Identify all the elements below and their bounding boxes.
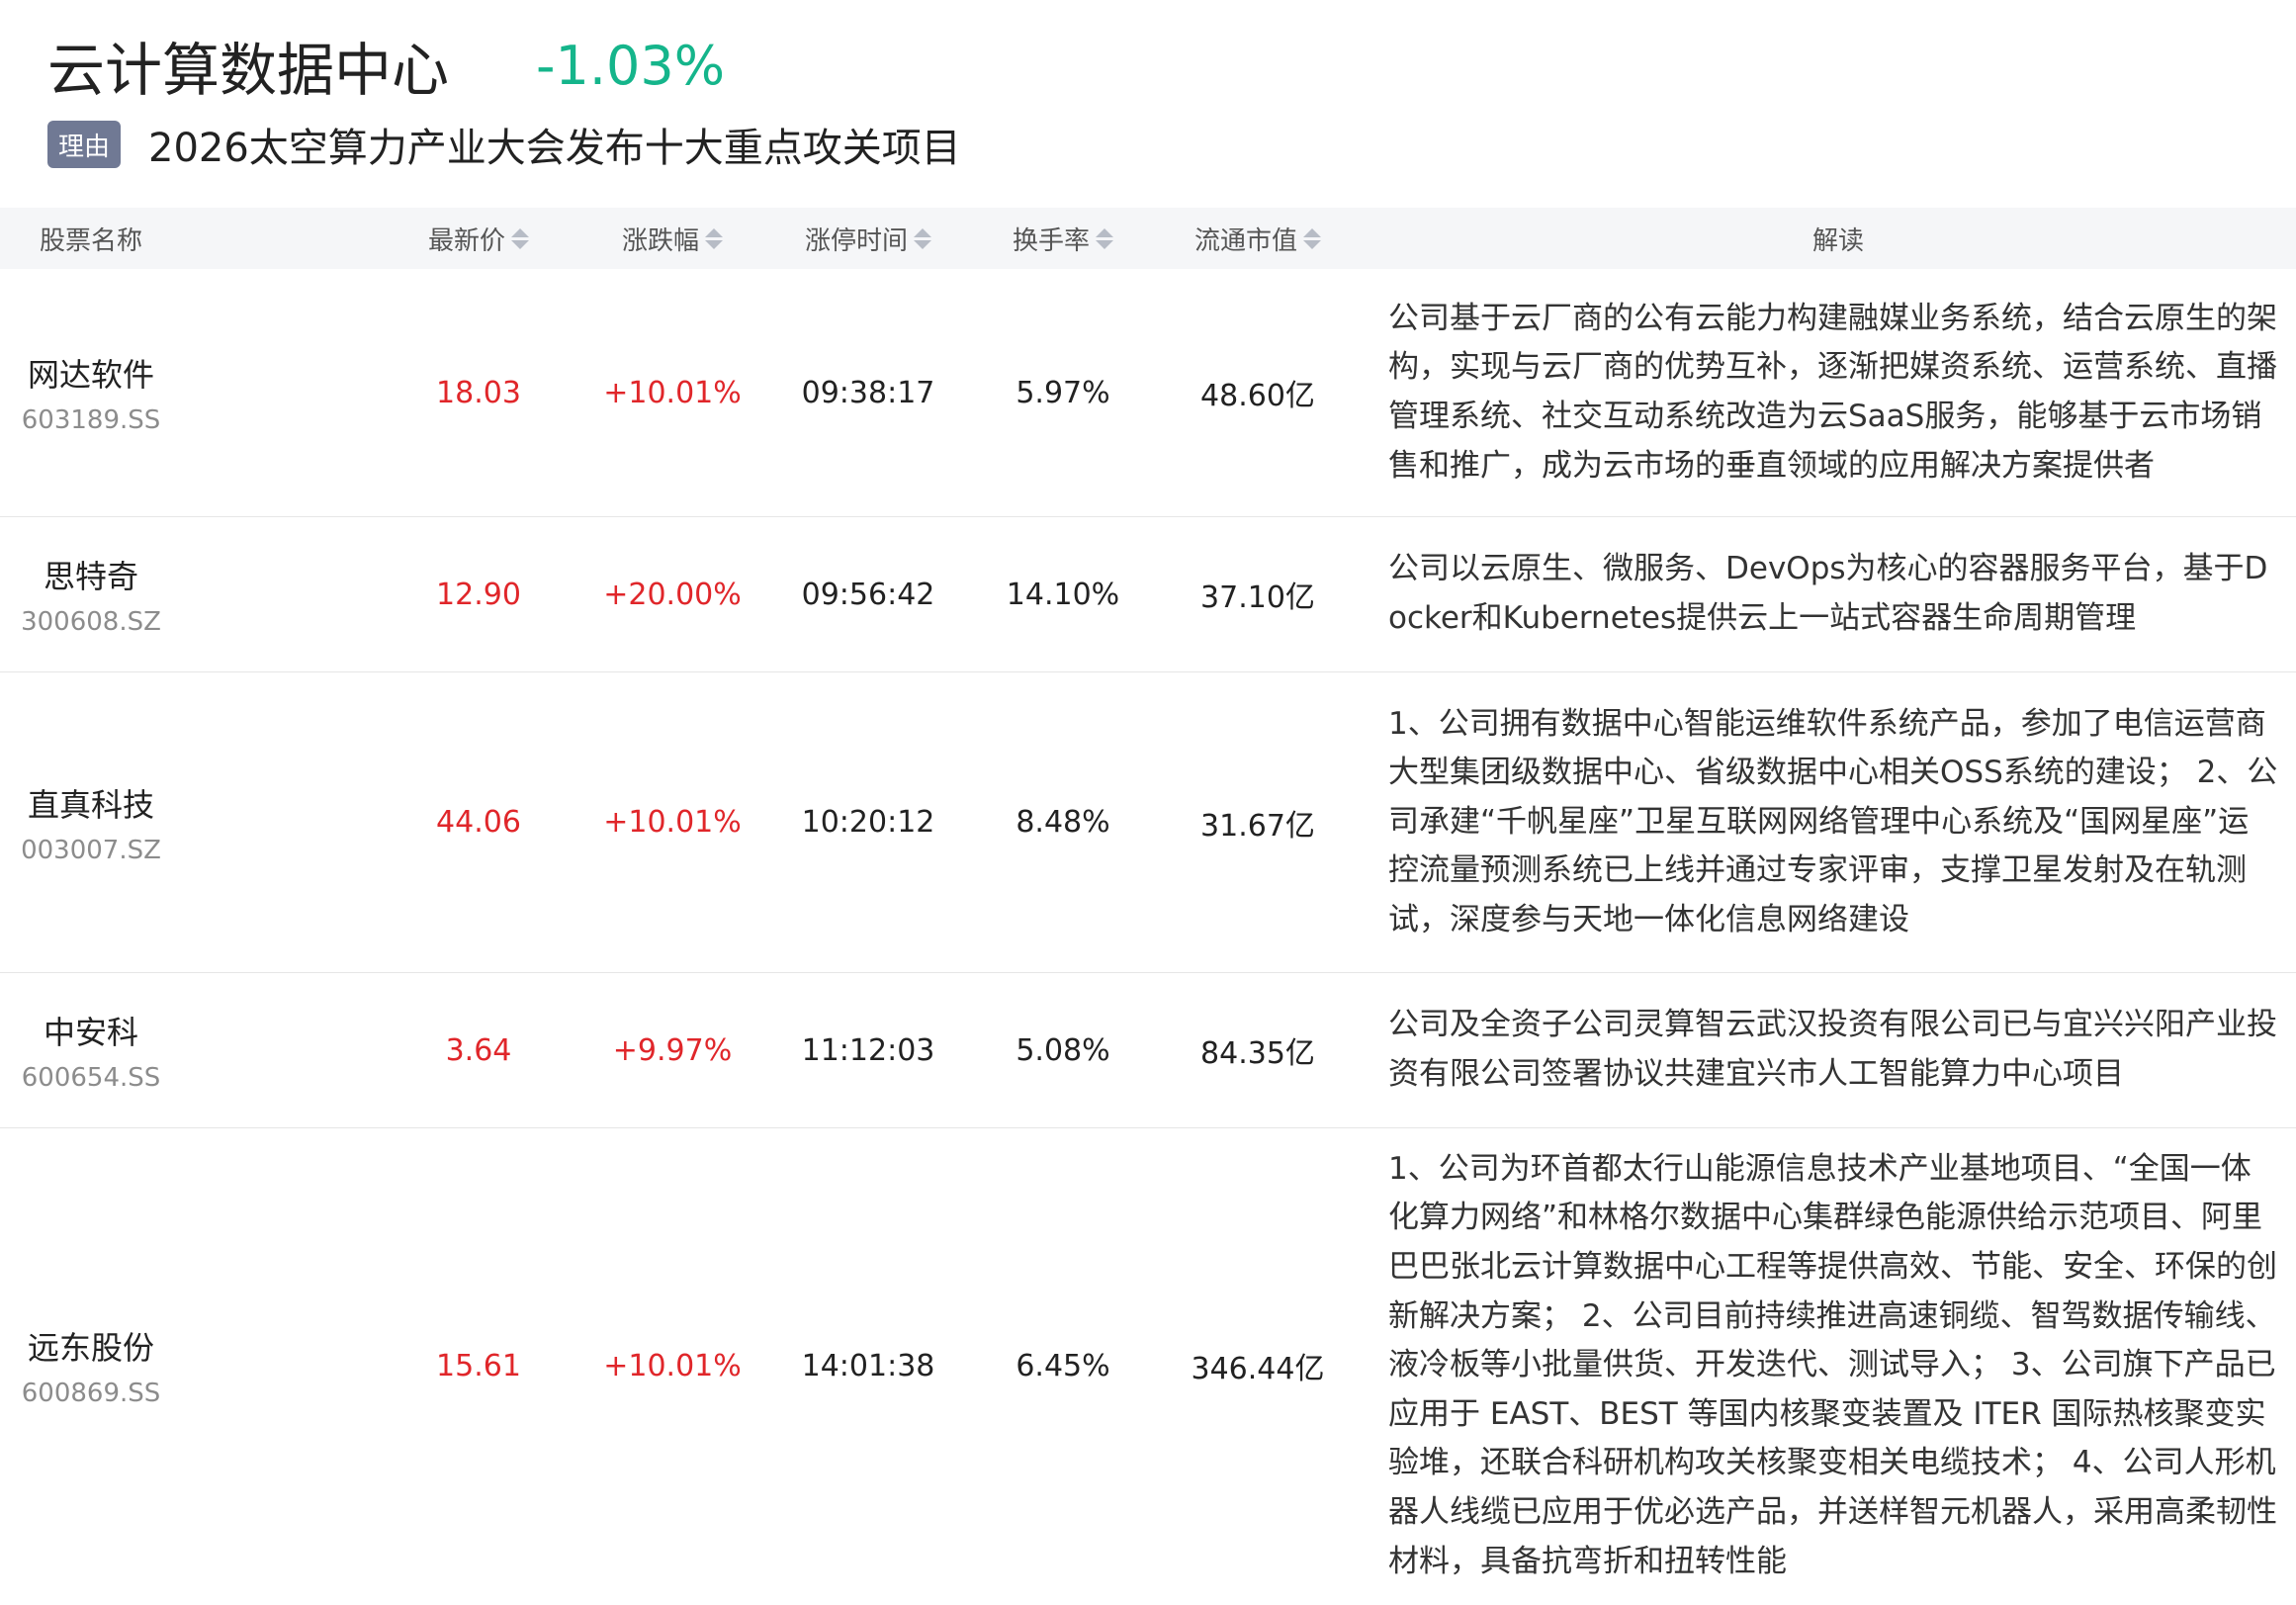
stock-name-cell[interactable]: 思特奇 300608.SZ: [0, 517, 182, 671]
turnover-rate: 5.08%: [1016, 1032, 1110, 1068]
stock-price: 44.06: [436, 805, 521, 840]
limit-up-time: 09:38:17: [801, 375, 935, 410]
stock-change-pct: +10.01%: [603, 1348, 742, 1383]
stock-name[interactable]: 直真科技: [28, 780, 154, 826]
reason-text: 2026太空算力产业大会发布十大重点攻关项目: [148, 126, 961, 171]
stock-price: 12.90: [436, 577, 521, 612]
col-header-desc: 解读: [1811, 225, 1864, 256]
block-title: 云计算数据中心: [47, 37, 450, 104]
stock-price: 3.64: [445, 1032, 512, 1068]
limit-up-time: 10:20:12: [801, 805, 935, 840]
reason-tag: 理由: [47, 121, 121, 168]
stock-price: 18.03: [436, 375, 521, 410]
table-header: 股票名称 最新价 涨跌幅 涨停时间 换手率 流通市值 解读: [0, 208, 2296, 269]
market-cap: 31.67亿: [1200, 808, 1315, 844]
stock-name[interactable]: 思特奇: [44, 552, 138, 597]
block-change: -1.03%: [536, 34, 726, 97]
limit-up-time: 14:01:38: [801, 1348, 935, 1383]
market-cap: 346.44亿: [1191, 1352, 1325, 1386]
market-cap: 48.60亿: [1200, 379, 1315, 413]
table-row[interactable]: 远东股份 600869.SS 15.61 +10.01% 14:01:38 6.…: [0, 1128, 2296, 1603]
stock-name-cell[interactable]: 直真科技 003007.SZ: [0, 672, 182, 972]
stock-name[interactable]: 远东股份: [28, 1323, 154, 1369]
table-row[interactable]: 直真科技 003007.SZ 44.06 +10.01% 10:20:12 8.…: [0, 672, 2296, 973]
stock-change-pct: +9.97%: [612, 1032, 733, 1068]
block-header: 云计算数据中心 -1.03%: [47, 30, 726, 105]
sort-icon[interactable]: [914, 227, 931, 249]
limit-up-time: 09:56:42: [801, 577, 935, 612]
limit-up-time: 11:12:03: [801, 1032, 935, 1068]
col-header-mcap[interactable]: 流通市值: [1159, 208, 1357, 269]
col-header-pct[interactable]: 涨跌幅: [583, 208, 761, 269]
stock-interpretation: 1、公司拥有数据中心智能运维软件系统产品，参加了电信运营商大型集团级数据中心、省…: [1388, 705, 2278, 937]
stock-code: 603189.SS: [21, 405, 161, 435]
stock-change-pct: +20.00%: [603, 577, 742, 612]
table-row[interactable]: 思特奇 300608.SZ 12.90 +20.00% 09:56:42 14.…: [0, 517, 2296, 672]
col-header-time[interactable]: 涨停时间: [779, 208, 957, 269]
turnover-rate: 14.10%: [1006, 577, 1120, 612]
stock-name-cell[interactable]: 网达软件 603189.SS: [0, 269, 182, 516]
stock-name[interactable]: 网达软件: [28, 350, 154, 396]
table-row[interactable]: 网达软件 603189.SS 18.03 +10.01% 09:38:17 5.…: [0, 269, 2296, 517]
stock-interpretation: 公司以云原生、微服务、DevOps为核心的容器服务平台，基于Docker和Kub…: [1388, 551, 2268, 636]
stock-code: 003007.SZ: [21, 835, 161, 865]
turnover-rate: 8.48%: [1016, 805, 1110, 840]
stock-name-cell[interactable]: 远东股份 600869.SS: [0, 1128, 182, 1603]
stock-change-pct: +10.01%: [603, 375, 742, 410]
turnover-rate: 5.97%: [1016, 375, 1110, 410]
market-cap: 37.10亿: [1200, 580, 1315, 615]
stock-interpretation: 1、公司为环首都太行山能源信息技术产业基地项目、“全国一体化算力网络”和林格尔数…: [1388, 1150, 2277, 1579]
table-row[interactable]: 中安科 600654.SS 3.64 +9.97% 11:12:03 5.08%…: [0, 973, 2296, 1128]
market-cap: 84.35亿: [1200, 1036, 1315, 1071]
reason-line: 理由 2026太空算力产业大会发布十大重点攻关项目: [47, 117, 961, 172]
stock-name-cell[interactable]: 中安科 600654.SS: [0, 973, 182, 1127]
stock-code: 600654.SS: [21, 1063, 161, 1093]
stock-code: 600869.SS: [21, 1379, 161, 1408]
sort-icon[interactable]: [705, 227, 723, 249]
sort-icon[interactable]: [1096, 227, 1113, 249]
stock-price: 15.61: [436, 1348, 521, 1383]
stock-change-pct: +10.01%: [603, 805, 742, 840]
stock-name[interactable]: 中安科: [44, 1008, 138, 1053]
sort-icon[interactable]: [1303, 227, 1321, 249]
col-header-price[interactable]: 最新价: [390, 208, 568, 269]
stock-interpretation: 公司基于云厂商的公有云能力构建融媒业务系统，结合云原生的架构，实现与云厂商的优势…: [1388, 300, 2277, 484]
sort-icon[interactable]: [511, 227, 529, 249]
stock-interpretation: 公司及全资子公司灵算智云武汉投资有限公司已与宜兴兴阳产业投资有限公司签署协议共建…: [1388, 1007, 2277, 1092]
col-header-name: 股票名称: [39, 225, 142, 256]
col-header-turnover[interactable]: 换手率: [974, 208, 1152, 269]
turnover-rate: 6.45%: [1016, 1348, 1110, 1383]
stock-code: 300608.SZ: [21, 607, 161, 637]
